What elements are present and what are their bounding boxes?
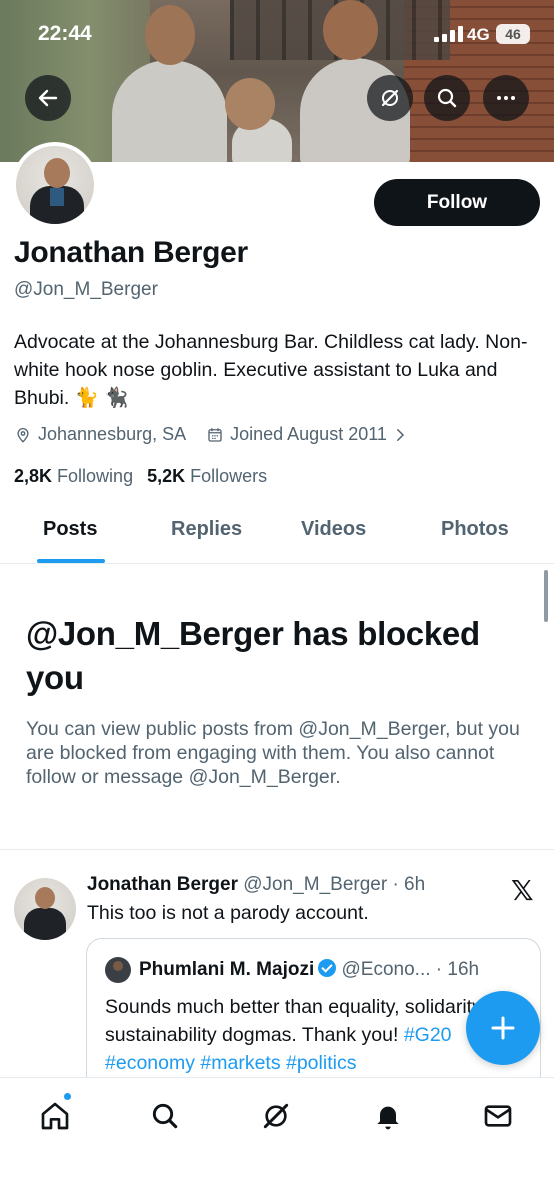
back-button[interactable]: [25, 75, 71, 121]
active-tab-indicator: [37, 559, 105, 563]
nav-grok[interactable]: [258, 1098, 294, 1134]
tab-photos[interactable]: Photos: [441, 518, 509, 541]
arrow-left-icon: [38, 89, 58, 107]
mail-icon: [484, 1105, 512, 1127]
verified-badge-icon: [318, 959, 337, 977]
following-link[interactable]: 2,8K Following: [14, 466, 133, 487]
more-options-button[interactable]: [483, 75, 529, 121]
search-icon: [152, 1103, 178, 1129]
nav-messages[interactable]: [480, 1098, 516, 1134]
profile-joined[interactable]: Joined August 2011: [206, 424, 415, 445]
bottom-navigation: [0, 1077, 554, 1200]
divider: [0, 849, 554, 850]
profile-name: Jonathan Berger: [14, 236, 248, 269]
follow-button[interactable]: Follow: [374, 179, 540, 226]
post-author-avatar[interactable]: [14, 878, 76, 940]
profile-avatar[interactable]: [12, 142, 98, 228]
more-horizontal-icon: [497, 96, 515, 100]
followers-count: 5,2K: [147, 466, 186, 486]
search-button[interactable]: [424, 75, 470, 121]
location-text: Johannesburg, SA: [38, 424, 187, 444]
nav-search[interactable]: [147, 1098, 183, 1134]
status-time: 22:44: [38, 22, 92, 45]
quoted-text: Sounds much better than equality, solida…: [105, 993, 525, 1077]
post-header: Jonathan Berger @Jon_M_Berger · 6h: [87, 874, 425, 896]
profile-location: Johannesburg, SA: [14, 424, 186, 445]
joined-text: Joined August 2011: [230, 424, 387, 444]
post-author-name[interactable]: Jonathan Berger: [87, 874, 238, 895]
x-logo-icon: 𝕏: [511, 875, 534, 906]
nav-notifications[interactable]: [370, 1098, 406, 1134]
nav-home[interactable]: [37, 1098, 73, 1134]
post-text: This too is not a parody account.: [87, 902, 369, 924]
following-count: 2,8K: [14, 466, 53, 486]
compose-post-button[interactable]: [466, 991, 540, 1065]
profile-meta: Johannesburg, SA Joined August 2011: [14, 424, 435, 445]
battery-icon: 46: [496, 24, 530, 44]
grok-icon: [381, 89, 399, 107]
home-icon: [41, 1102, 69, 1130]
following-label: Following: [57, 466, 134, 486]
grok-button[interactable]: [367, 75, 413, 121]
quoted-author-name: Phumlani M. Majozi: [139, 959, 315, 980]
tab-replies[interactable]: Replies: [171, 518, 242, 541]
profile-tabs: Posts Replies Videos Photos: [0, 500, 554, 564]
quoted-handle-time: @Econo... · 16h: [341, 959, 480, 980]
blocked-title: @Jon_M_Berger has blocked you: [26, 615, 480, 696]
quoted-author-avatar: [105, 957, 131, 983]
follow-counts: 2,8K Following 5,2K Followers: [14, 466, 281, 487]
quoted-header: Phumlani M. Majozi @Econo... · 16h: [139, 959, 479, 981]
home-notification-dot: [63, 1092, 72, 1101]
bell-icon: [377, 1106, 399, 1130]
plus-icon: [491, 1016, 515, 1040]
grok-icon: [263, 1103, 289, 1129]
followers-label: Followers: [190, 466, 268, 486]
followers-link[interactable]: 5,2K Followers: [147, 466, 267, 487]
calendar-icon: [208, 427, 222, 442]
scrollbar[interactable]: [544, 570, 548, 622]
tab-videos[interactable]: Videos: [301, 518, 366, 541]
signal-icon: [434, 26, 464, 42]
search-icon: [437, 88, 457, 108]
network-type: 4G: [467, 25, 490, 44]
tab-posts[interactable]: Posts: [43, 518, 97, 541]
profile-handle: @Jon_M_Berger: [14, 279, 158, 300]
profile-bio: Advocate at the Johannesburg Bar. Childl…: [14, 331, 528, 409]
status-bar: 22:44 4G 46: [0, 18, 554, 50]
post-handle-time: @Jon_M_Berger · 6h: [243, 874, 426, 895]
blocked-description: You can view public posts from @Jon_M_Be…: [26, 718, 520, 788]
chevron-right-icon: [396, 428, 404, 441]
location-pin-icon: [17, 427, 29, 443]
